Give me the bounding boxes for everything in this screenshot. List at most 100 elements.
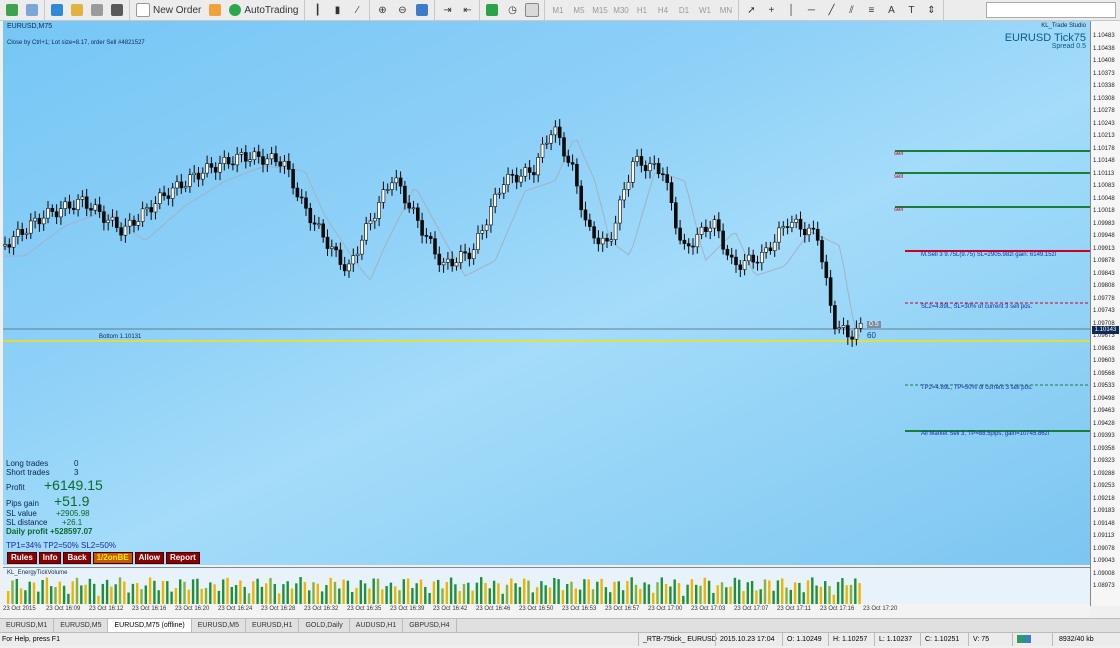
- terminal-button[interactable]: [88, 2, 106, 18]
- candle-body: [54, 211, 59, 218]
- candles: [3, 119, 863, 347]
- volume-bar: [841, 578, 844, 605]
- volume-indicator[interactable]: KL_EnergyTickVolume: [3, 567, 1090, 606]
- volume-bar: [45, 577, 49, 605]
- profiles-button[interactable]: [23, 2, 41, 18]
- candle-body: [691, 245, 695, 248]
- half-on-be-button[interactable]: 1/2onBE: [92, 552, 133, 564]
- sell-tag-3[interactable]: sell: [894, 207, 903, 213]
- navigator-button[interactable]: [68, 2, 86, 18]
- volume-bar: [204, 588, 208, 605]
- templates-button[interactable]: [523, 2, 541, 18]
- candle-body: [673, 202, 678, 229]
- chart-tab[interactable]: EURUSD,M75 (offline): [108, 619, 192, 632]
- timeframe-m5-button[interactable]: M5: [569, 2, 588, 18]
- timeframe-h1-button[interactable]: H1: [632, 2, 651, 18]
- vertical-line-icon: │: [788, 4, 795, 16]
- sl2-label[interactable]: SL2=4.89L, SL=30% of current 3 sell pos.: [921, 304, 1032, 310]
- market-watch-button[interactable]: [48, 2, 66, 18]
- timeframe-m15-button[interactable]: M15: [590, 2, 609, 18]
- candle-body: [80, 196, 85, 200]
- price-tick-label: 1.09568: [1093, 370, 1115, 377]
- time-tick-label: 23 Oct 17:16: [820, 606, 855, 612]
- timeframe-m1-button[interactable]: M1: [548, 2, 567, 18]
- candle-body: [235, 154, 239, 166]
- allow-button[interactable]: Allow: [134, 552, 164, 564]
- crosshair-button[interactable]: +: [762, 2, 780, 18]
- candle-body: [755, 261, 760, 264]
- auto-scroll-button[interactable]: ⇥: [438, 2, 456, 18]
- all-market-label[interactable]: All Market Sell 3, TP=88.5pips, gain=107…: [921, 431, 1049, 437]
- candle-body: [682, 239, 687, 244]
- tp2-label[interactable]: TP2=4.89L, TP=50% of current 3 sell pos.: [921, 385, 1033, 391]
- chart-tab[interactable]: AUDUSD,H1: [350, 619, 404, 632]
- arrows-button[interactable]: ⇕: [922, 2, 940, 18]
- bar-chart-button[interactable]: ┃: [308, 2, 326, 18]
- new-chart-button[interactable]: [3, 2, 21, 18]
- timeframe-m30-button[interactable]: M30: [611, 2, 630, 18]
- candle-body: [446, 258, 450, 263]
- price-axis[interactable]: 1.10483 1.10438 1.10408 1.10373 1.10338 1.103…: [1090, 21, 1120, 606]
- vertical-line-button[interactable]: │: [782, 2, 800, 18]
- rules-button[interactable]: Rules: [7, 552, 37, 564]
- metaeditor-button[interactable]: [206, 2, 224, 18]
- chart-tab[interactable]: EURUSD,M1: [0, 619, 55, 632]
- chart-tab[interactable]: EURUSD,M5: [192, 619, 246, 632]
- volume-bar: [19, 588, 23, 605]
- time-tick-label: 23 Oct 16:09: [46, 606, 81, 612]
- info-button[interactable]: Info: [38, 552, 62, 564]
- volume-bar: [484, 582, 487, 605]
- channel-button[interactable]: ⫽: [842, 2, 860, 18]
- sell-tag-2[interactable]: sell: [894, 174, 903, 180]
- candle-body: [231, 163, 235, 166]
- pips-gain-label: Pips gain: [6, 499, 39, 508]
- fibonacci-button[interactable]: ≡: [862, 2, 880, 18]
- profit-label: Profit: [6, 483, 25, 492]
- line-chart-button[interactable]: ∕: [348, 2, 366, 18]
- volume-bar: [213, 584, 216, 605]
- volume-bar: [849, 584, 853, 605]
- msell-label[interactable]: M.Sell 3 9.75L(9.75) SL=2905.98zl gain: …: [921, 252, 1056, 258]
- back-button[interactable]: Back: [63, 552, 91, 564]
- chart-tab[interactable]: EURUSD,H1: [246, 619, 300, 632]
- candle-chart-button[interactable]: ▮: [328, 2, 346, 18]
- time-tick-label: 23 Oct 17:07: [734, 606, 769, 612]
- zoom-out-button[interactable]: ⊖: [393, 2, 411, 18]
- candle-body: [398, 177, 403, 187]
- volume-bar: [660, 577, 663, 605]
- chart-shift-button[interactable]: ⇤: [458, 2, 476, 18]
- trendline-button[interactable]: ╱: [822, 2, 840, 18]
- label-button[interactable]: T: [902, 2, 920, 18]
- volume-bar: [514, 583, 517, 605]
- candle-body: [506, 174, 510, 185]
- new-order-button[interactable]: New Order: [133, 2, 204, 18]
- timeframe-h4-button[interactable]: H4: [653, 2, 672, 18]
- timeframe-w1-button[interactable]: W1: [695, 2, 714, 18]
- timeframe-mn-button[interactable]: MN: [716, 2, 735, 18]
- text-button[interactable]: A: [882, 2, 900, 18]
- price-chart[interactable]: EURUSD,M75 Close by Ctrl+1; Lot size=8.1…: [3, 21, 1090, 565]
- chart-tab[interactable]: EURUSD,M5: [54, 619, 109, 632]
- volume-bar: [28, 581, 31, 605]
- autotrading-button[interactable]: AutoTrading: [226, 2, 301, 18]
- tester-button[interactable]: [108, 2, 126, 18]
- report-button[interactable]: Report: [165, 552, 200, 564]
- volume-bar: [488, 588, 491, 605]
- horizontal-line-button[interactable]: ─: [802, 2, 820, 18]
- symbol-period: EURUSD,M75: [7, 23, 53, 30]
- search-input[interactable]: [986, 2, 1116, 18]
- volume-bar: [58, 581, 61, 605]
- price-tick-label: 1.09113: [1093, 533, 1115, 539]
- chart-tab[interactable]: GOLD,Daily: [299, 619, 350, 632]
- price-tick-label: 1.09533: [1093, 383, 1115, 389]
- chart-tab[interactable]: GBPUSD,H4: [403, 619, 457, 632]
- tile-windows-button[interactable]: [413, 2, 431, 18]
- zoom-in-button[interactable]: ⊕: [373, 2, 391, 18]
- indicators-button[interactable]: [483, 2, 501, 18]
- timeframe-d1-button[interactable]: D1: [674, 2, 693, 18]
- sell-tag-1[interactable]: sell: [894, 151, 903, 157]
- cursor-button[interactable]: ➚: [742, 2, 760, 18]
- periods-button[interactable]: ◷: [503, 2, 521, 18]
- time-tick-label: 23 Oct 16:16: [132, 606, 167, 612]
- bar-datetime: 2015.10.23 17:04: [715, 633, 775, 646]
